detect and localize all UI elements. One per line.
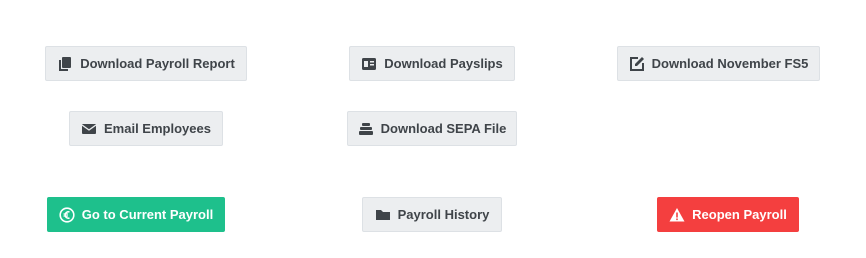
download-payslips-button[interactable]: Download Payslips <box>349 46 515 81</box>
download-sepa-file-button[interactable]: Download SEPA File <box>347 111 517 146</box>
payroll-history-label: Payroll History <box>397 207 490 222</box>
payroll-history-button[interactable]: Payroll History <box>362 197 502 232</box>
copy-icon <box>57 56 73 72</box>
edit-icon <box>629 56 645 72</box>
download-november-fs5-button[interactable]: Download November FS5 <box>617 46 820 81</box>
folder-icon <box>375 207 391 223</box>
download-payroll-report-label: Download Payroll Report <box>80 56 235 71</box>
download-november-fs5-label: Download November FS5 <box>651 56 809 71</box>
email-employees-label: Email Employees <box>104 121 211 136</box>
go-to-current-payroll-button[interactable]: Go to Current Payroll <box>47 197 225 232</box>
download-payroll-report-button[interactable]: Download Payroll Report <box>45 46 247 81</box>
euro-circle-icon <box>59 206 75 223</box>
email-employees-button[interactable]: Email Employees <box>69 111 223 146</box>
warning-icon <box>669 207 685 223</box>
download-sepa-file-label: Download SEPA File <box>380 121 507 136</box>
stack-icon <box>358 121 374 137</box>
download-payslips-label: Download Payslips <box>384 56 503 71</box>
go-to-current-payroll-label: Go to Current Payroll <box>81 207 214 222</box>
reopen-payroll-button[interactable]: Reopen Payroll <box>657 197 799 232</box>
reopen-payroll-label: Reopen Payroll <box>692 207 787 222</box>
id-card-icon <box>361 56 377 72</box>
envelope-icon <box>81 121 97 137</box>
